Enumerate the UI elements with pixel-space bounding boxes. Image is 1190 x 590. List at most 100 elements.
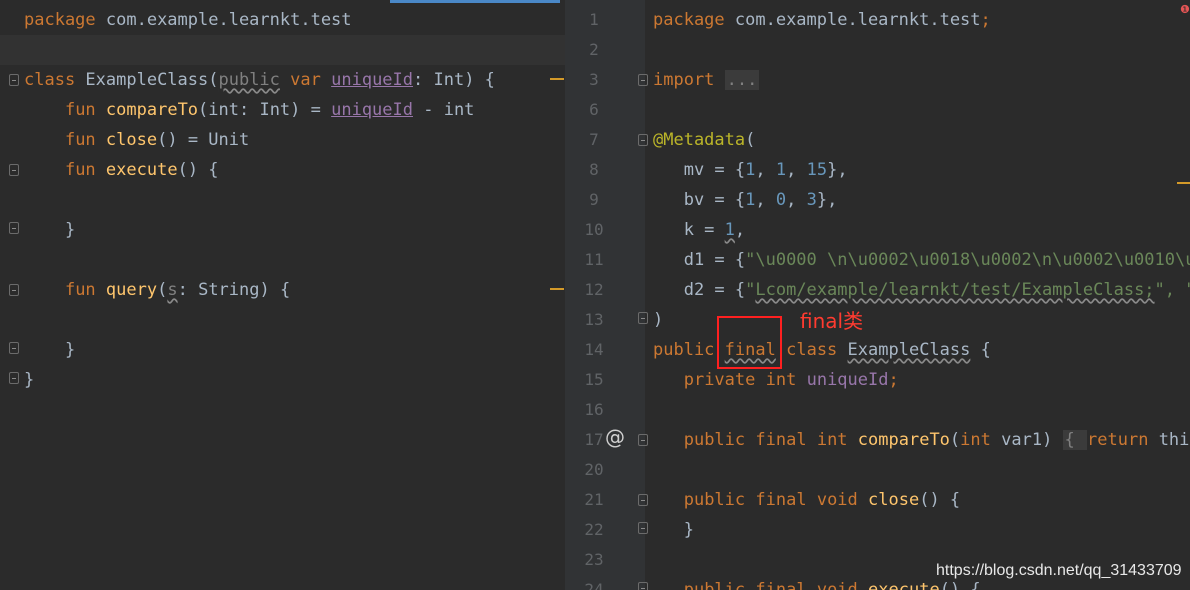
code-text[interactable]: public final void close() { [653,485,960,515]
code-text[interactable]: package com.example.learnkt.test; [653,5,991,35]
code-line[interactable]: fun query(s: String) { [0,275,565,305]
code-text[interactable]: import ... [653,65,760,95]
warning-marker[interactable] [550,78,564,80]
code-line[interactable]: 6 [565,95,1190,125]
fold-toggle-icon[interactable] [9,74,19,86]
code-token: final [755,430,807,450]
fold-line [641,500,645,501]
code-token: int [960,430,991,450]
fold-toggle-icon[interactable] [638,74,648,86]
warning-marker[interactable] [1177,182,1190,184]
code-line[interactable]: 8 mv = {1, 1, 15}, [565,155,1190,185]
code-token: { [1062,430,1088,450]
code-line[interactable] [0,305,565,335]
line-number: 2 [589,40,599,59]
code-token: close [105,130,158,150]
code-text[interactable]: public final void execute() { [653,575,981,590]
fold-toggle-icon[interactable] [638,494,648,506]
fold-line [641,440,645,441]
code-line[interactable]: 14 public final class ExampleClass { [565,335,1190,365]
code-token: public [683,490,746,510]
code-line[interactable]: fun close() = Unit [0,125,565,155]
override-at-icon[interactable]: @ [605,425,625,449]
fold-toggle-icon[interactable] [9,372,19,384]
code-line[interactable]: } [0,215,565,245]
code-line[interactable]: 3 import ... [565,65,1190,95]
fold-toggle-icon[interactable] [9,342,19,354]
code-token: 0 [775,190,787,210]
code-text[interactable]: package com.example.learnkt.test [24,5,352,35]
code-token: } [653,520,694,540]
code-text[interactable]: fun close() = Unit [24,125,249,155]
code-line[interactable]: class ExampleClass(public var uniqueId: … [0,65,565,95]
code-token: , [734,220,746,240]
code-text[interactable]: public final class ExampleClass { [653,335,991,365]
code-text[interactable]: fun execute() { [24,155,219,185]
fold-toggle-icon[interactable] [9,284,19,296]
code-line[interactable]: 20 [565,455,1190,485]
code-line[interactable]: 22 } [565,515,1190,545]
code-line[interactable]: 16 [565,395,1190,425]
code-token: 15 [806,160,828,180]
code-text[interactable]: fun compareTo(int: Int) = uniqueId - int [24,95,474,125]
fold-toggle-icon[interactable] [638,582,648,590]
code-text[interactable]: } [24,335,75,365]
fold-toggle-icon[interactable] [9,164,19,176]
code-line[interactable]: 9 bv = {1, 0, 3}, [565,185,1190,215]
code-text[interactable]: } [24,365,34,395]
code-text[interactable]: bv = {1, 0, 3}, [653,185,838,215]
line-number: 10 [584,220,604,239]
code-line[interactable]: } [0,365,565,395]
code-line[interactable]: 7 @Metadata( [565,125,1190,155]
code-line[interactable]: 13) [565,305,1190,335]
code-line[interactable] [0,245,565,275]
code-line[interactable]: package com.example.learnkt.test [0,5,565,35]
error-indicator-icon[interactable]: ❶ [1180,3,1190,16]
code-line[interactable]: 2 [565,35,1190,65]
code-token: } [24,340,76,360]
code-text[interactable]: k = 1, [653,215,745,245]
code-text[interactable]: ) [653,305,663,335]
code-text[interactable]: } [24,215,75,245]
code-text[interactable]: d1 = {"\u0000 \n\u0002\u0018\u0002\n\u00… [653,245,1190,275]
code-token: ; [980,10,991,30]
code-line[interactable]: 1 package com.example.learnkt.test; [565,5,1190,35]
code-line[interactable]: fun compareTo(int: Int) = uniqueId - int [0,95,565,125]
code-token: void [816,490,858,510]
code-line[interactable]: } [0,335,565,365]
fold-toggle-icon[interactable] [638,134,648,146]
code-line[interactable]: 11 d1 = {"\u0000 \n\u0002\u0018\u0002\n\… [565,245,1190,275]
code-text[interactable]: private int uniqueId; [653,365,899,395]
code-token: execute [105,160,178,180]
code-line[interactable] [0,35,565,65]
code-line[interactable]: 17 public final int compareTo(int var1) … [565,425,1190,455]
code-token: () = Unit [157,130,250,150]
fold-toggle-icon[interactable] [9,222,19,234]
code-token: public [653,340,715,360]
code-line[interactable]: 10 k = 1, [565,215,1190,245]
code-line[interactable]: 21 public final void close() { [565,485,1190,515]
code-token: @Metadata [653,130,746,150]
code-text[interactable]: class ExampleClass(public var uniqueId: … [24,65,495,95]
code-text[interactable]: mv = {1, 1, 15}, [653,155,848,185]
code-line[interactable]: 12 d2 = {"Lcom/example/learnkt/test/Exam… [565,275,1190,305]
fold-toggle-icon[interactable] [638,312,648,324]
code-text[interactable]: d2 = {"Lcom/example/learnkt/test/Example… [653,275,1190,305]
code-text[interactable]: @Metadata( [653,125,755,155]
code-line[interactable]: fun execute() { [0,155,565,185]
right-editor-pane[interactable]: 1 package com.example.learnkt.test; 2 3 impo… [565,0,1190,590]
left-editor-pane[interactable]: package com.example.learnkt.test class Ex… [0,0,565,590]
fold-toggle-icon[interactable] [638,434,648,446]
code-line[interactable]: 15 private int uniqueId; [565,365,1190,395]
code-text[interactable]: } [653,515,694,545]
fold-toggle-icon[interactable] [638,522,648,534]
warning-marker[interactable] [550,288,564,290]
code-line[interactable] [0,185,565,215]
code-text[interactable]: public final int compareTo(int var1) { r… [653,425,1190,455]
code-text[interactable]: fun query(s: String) { [24,275,290,305]
code-token: int [765,370,797,390]
